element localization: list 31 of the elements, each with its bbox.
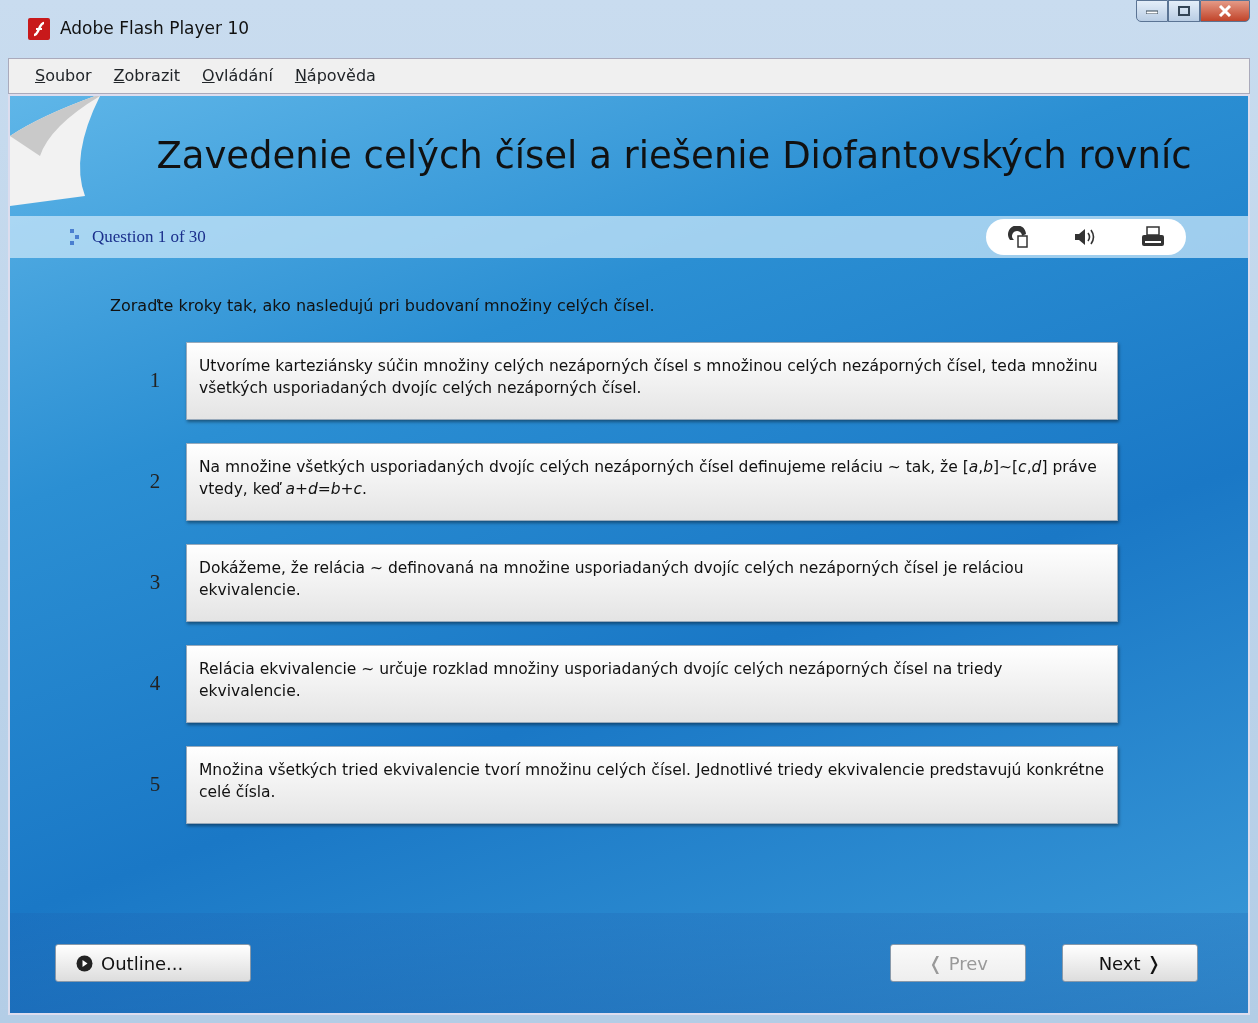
bullet-icon bbox=[70, 229, 80, 245]
reference-icon[interactable] bbox=[1007, 226, 1031, 248]
step-card[interactable]: Utvoríme karteziánsky súčin množiny celých nezáporných čísel s množinou celých nezáporných čísel, teda množinu všetkých usporiadaných dvojíc celých nezáporných čísel. bbox=[186, 342, 1118, 420]
step-card[interactable]: Množina všetkých tried ekvivalencie tvorí množinu celých čísel. Jednotlivé triedy ekvivalencie predstavujú konkrétne celé čísla. bbox=[186, 746, 1118, 824]
print-icon[interactable] bbox=[1141, 226, 1165, 248]
window-title: Adobe Flash Player 10 bbox=[60, 17, 250, 41]
minimize-icon bbox=[1146, 8, 1158, 14]
step-card[interactable]: Dokážeme, že relácia ~ definovaná na množine usporiadaných dvojíc celých nezáporných čísel je reláciou ekvivalencie. bbox=[186, 544, 1118, 622]
menu-item[interactable]: Zobrazit bbox=[113, 64, 181, 88]
menu-item[interactable]: Soubor bbox=[35, 64, 92, 88]
step-number: 4 bbox=[148, 670, 162, 698]
instruction-text: Zoraďte kroky tak, ako nasledujú pri budovaní množiny celých čísel. bbox=[110, 295, 656, 317]
step-number: 3 bbox=[148, 569, 162, 597]
step-card[interactable]: Relácia ekvivalencie ~ určuje rozklad množiny usporiadaných dvojíc celých nezáporných čísel na triedy ekvivalencie. bbox=[186, 645, 1118, 723]
lesson-title: Zavedenie celých čísel a riešenie Diofantovských rovníc bbox=[156, 133, 1192, 179]
step-card[interactable]: Na množine všetkých usporiadaných dvojíc celých nezáporných čísel definujeme reláciu ~ tak, že [a,b]~[c,d] práve vtedy, keď a+d=b+c. bbox=[186, 443, 1118, 521]
outline-button[interactable]: Outline... bbox=[55, 944, 251, 982]
menu-item[interactable]: Ovládání bbox=[202, 64, 273, 88]
close-icon bbox=[1218, 5, 1232, 17]
step-number: 5 bbox=[148, 771, 162, 799]
next-button[interactable]: Next ❭ bbox=[1062, 944, 1198, 982]
flash-logo-icon bbox=[28, 18, 50, 40]
menu-item[interactable]: Nápověda bbox=[294, 64, 376, 88]
close-button[interactable] bbox=[1200, 0, 1250, 22]
play-icon bbox=[76, 954, 93, 972]
maximize-button[interactable] bbox=[1168, 0, 1200, 22]
maximize-icon bbox=[1178, 6, 1190, 16]
minimize-button[interactable] bbox=[1136, 0, 1168, 22]
question-counter: Question 1 of 30 bbox=[92, 226, 206, 249]
step-number: 1 bbox=[148, 367, 162, 395]
step-number: 2 bbox=[148, 468, 162, 496]
